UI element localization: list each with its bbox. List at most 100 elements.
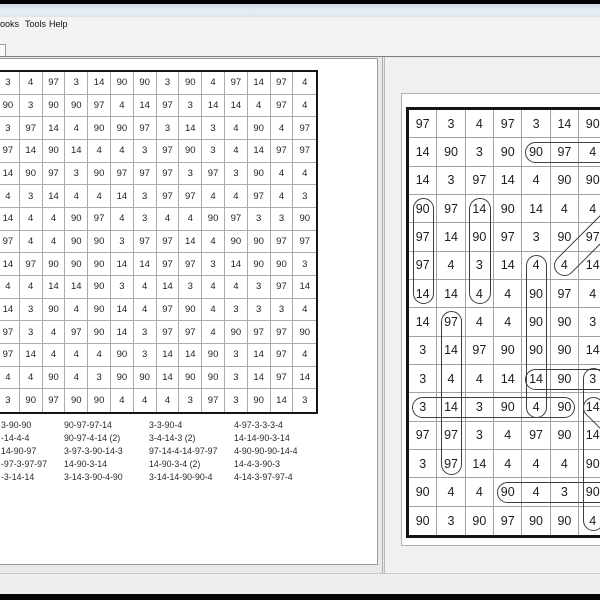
- number-cell: 4: [293, 299, 316, 322]
- number-cell: 4: [65, 344, 88, 367]
- number-cell: 90: [65, 231, 88, 254]
- number-cell: 3: [437, 167, 465, 195]
- number-cell: 3: [225, 389, 248, 412]
- number-cell: 3: [293, 253, 316, 276]
- number-cell: 14: [522, 195, 550, 223]
- number-cell: 3: [409, 365, 437, 393]
- number-cell: 4: [134, 276, 157, 299]
- answer-oval-h: [497, 482, 600, 503]
- number-cell: 4: [248, 95, 271, 118]
- number-cell: 14: [225, 95, 248, 118]
- number-cell: 3: [111, 231, 134, 254]
- number-cell: 4: [88, 344, 111, 367]
- number-cell: 3: [134, 140, 157, 163]
- number-cell: 4: [65, 117, 88, 140]
- number-cell: 4: [202, 185, 225, 208]
- number-cell: 97: [494, 110, 522, 138]
- puzzle-page-preview[interactable]: 3497314909039049714974903909097414973141…: [0, 58, 378, 565]
- number-cell: 4: [43, 231, 66, 254]
- number-cell: 14: [157, 367, 180, 390]
- number-cell: 97: [225, 208, 248, 231]
- number-cell: 4: [202, 321, 225, 344]
- number-cell: 90: [248, 117, 271, 140]
- number-cell: 90: [43, 299, 66, 322]
- number-cell: 90: [248, 163, 271, 186]
- number-cell: 4: [179, 208, 202, 231]
- number-cell: 97: [43, 163, 66, 186]
- number-cell: 14: [179, 231, 202, 254]
- answer-oval-v: [583, 368, 600, 531]
- number-cell: 97: [202, 389, 225, 412]
- number-cell: 90: [293, 208, 316, 231]
- number-cell: 3: [157, 72, 180, 95]
- number-cell: 14: [409, 138, 437, 166]
- answer-oval-h: [525, 142, 600, 163]
- menu-item-tools[interactable]: Tools: [25, 19, 46, 30]
- menu-item-books[interactable]: Books: [0, 19, 19, 30]
- number-cell: 14: [494, 252, 522, 280]
- menu-bar: Books Tools Help: [0, 17, 600, 31]
- number-cell: 97: [466, 337, 494, 365]
- number-cell: 14: [134, 253, 157, 276]
- number-cell: 3: [202, 117, 225, 140]
- word-list-item: 4-14-3-97-97-4: [234, 471, 298, 484]
- word-list-item: 90-97-4-14 (2): [64, 432, 123, 445]
- menu-item-help[interactable]: Help: [49, 19, 68, 30]
- number-cell: 4: [134, 299, 157, 322]
- number-cell: 90: [409, 478, 437, 506]
- number-cell: 90: [579, 110, 600, 138]
- number-cell: 97: [65, 321, 88, 344]
- number-cell: 4: [111, 140, 134, 163]
- number-cell: 3: [0, 72, 20, 95]
- number-cell: 14: [202, 95, 225, 118]
- answer-oval-h: [412, 397, 575, 418]
- number-cell: 3: [111, 276, 134, 299]
- number-cell: 14: [111, 299, 134, 322]
- word-list-item: 3-14-3-90-4-90: [64, 471, 123, 484]
- word-list-item: 90-97-97-14: [64, 419, 123, 432]
- number-cell: 97: [111, 163, 134, 186]
- number-cell: 97: [134, 117, 157, 140]
- number-cell: 4: [551, 450, 579, 478]
- word-list-item: 3-3-90-4: [149, 419, 217, 432]
- number-cell: 14: [157, 276, 180, 299]
- window-bottom-edge: [0, 594, 600, 600]
- number-cell: 4: [494, 450, 522, 478]
- number-cell: 14: [157, 344, 180, 367]
- word-list-item: 14-90-97: [1, 445, 47, 458]
- number-cell: 97: [157, 231, 180, 254]
- number-cell: 90: [111, 117, 134, 140]
- number-cell: 4: [437, 252, 465, 280]
- number-cell: 3: [20, 299, 43, 322]
- number-cell: 4: [522, 167, 550, 195]
- number-cell: 14: [271, 389, 294, 412]
- number-cell: 97: [466, 167, 494, 195]
- number-cell: 3: [20, 95, 43, 118]
- workspace: 3497314909039049714974903909097414973141…: [0, 56, 600, 573]
- number-cell: 4: [225, 185, 248, 208]
- number-cell: 90: [0, 95, 20, 118]
- number-cell: 90: [248, 231, 271, 254]
- number-cell: 90: [551, 308, 579, 336]
- number-cell: 97: [0, 344, 20, 367]
- number-cell: 14: [0, 208, 20, 231]
- number-cell: 3: [271, 299, 294, 322]
- number-cell: 97: [0, 140, 20, 163]
- number-cell: 4: [466, 308, 494, 336]
- number-cell: 3: [293, 389, 316, 412]
- number-cell: 90: [179, 140, 202, 163]
- number-cell: 90: [522, 507, 550, 535]
- number-cell: 97: [20, 117, 43, 140]
- number-cell: 90: [437, 138, 465, 166]
- number-cell: 3: [65, 163, 88, 186]
- number-cell: 14: [0, 253, 20, 276]
- panel-splitter[interactable]: [382, 57, 385, 573]
- solution-page-preview[interactable]: 9734973149014903909097414397144909090971…: [401, 93, 600, 546]
- number-cell: 3: [20, 185, 43, 208]
- number-cell: 97: [202, 163, 225, 186]
- number-cell: 4: [20, 276, 43, 299]
- number-cell: 4: [437, 478, 465, 506]
- number-cell: 97: [43, 389, 66, 412]
- number-cell: 97: [88, 208, 111, 231]
- number-cell: 14: [0, 163, 20, 186]
